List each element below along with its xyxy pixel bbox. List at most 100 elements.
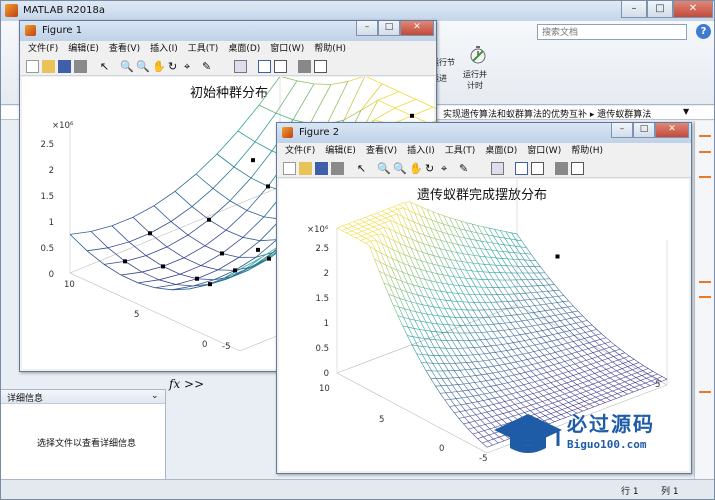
mesh-line: [538, 356, 544, 362]
z-tick-label: 2: [324, 269, 329, 279]
mesh-line: [473, 389, 479, 396]
details-header[interactable]: 详细信息 ⌄: [1, 390, 165, 404]
figure2-title-bar[interactable]: Figure 2 – □ ✕: [277, 123, 691, 143]
save-icon[interactable]: [58, 60, 71, 73]
show-tools-icon[interactable]: [571, 162, 584, 175]
zoom-out-icon[interactable]: 🔍: [393, 162, 407, 175]
legend-icon[interactable]: [531, 162, 544, 175]
mesh-line: [512, 349, 518, 356]
mesh-line: [486, 338, 492, 340]
link-plot-icon[interactable]: [234, 60, 247, 73]
mesh-line: [517, 306, 524, 308]
mesh-line: [296, 80, 315, 85]
pointer-icon[interactable]: ↖: [355, 162, 368, 175]
mesh-line: [558, 367, 564, 370]
brush-icon[interactable]: ✎: [459, 162, 472, 175]
mesh-line: [553, 362, 560, 365]
print-icon[interactable]: [331, 162, 344, 175]
pan-icon[interactable]: ✋: [152, 60, 166, 73]
mesh-line: [435, 238, 441, 249]
mesh-line: [498, 365, 505, 372]
mesh-line: [536, 367, 543, 370]
menu-edit[interactable]: 编辑(E): [325, 143, 356, 159]
command-prompt[interactable]: fx >>: [169, 377, 204, 391]
mesh-line: [413, 328, 419, 338]
maximize-icon[interactable]: □: [378, 21, 400, 36]
new-figure-icon[interactable]: [283, 162, 296, 175]
mesh-line: [393, 206, 399, 210]
zoom-in-icon[interactable]: 🔍: [120, 60, 134, 73]
help-icon[interactable]: ?: [696, 24, 711, 39]
menu-file[interactable]: 文件(F): [285, 143, 315, 159]
menu-window[interactable]: 窗口(W): [270, 41, 304, 57]
minimize-icon[interactable]: –: [611, 123, 633, 138]
menu-window[interactable]: 窗口(W): [527, 143, 561, 159]
mesh-line: [490, 257, 497, 259]
maximize-icon[interactable]: □: [633, 123, 655, 138]
save-icon[interactable]: [315, 162, 328, 175]
close-icon[interactable]: ✕: [655, 123, 689, 138]
mesh-line: [486, 372, 493, 375]
menu-view[interactable]: 查看(V): [366, 143, 397, 159]
mesh-line: [443, 266, 450, 268]
legend-icon[interactable]: [274, 60, 287, 73]
zoom-out-icon[interactable]: 🔍: [136, 60, 150, 73]
breadcrumb[interactable]: 实现遗传算法和蚁群算法的优势互补 ▸ 遗传蚁群算法: [443, 107, 651, 120]
mesh-line: [124, 261, 143, 273]
close-icon[interactable]: ✕: [673, 1, 713, 18]
run-and-time-icon[interactable]: [469, 45, 487, 65]
hide-tools-icon[interactable]: [555, 162, 568, 175]
rotate-icon[interactable]: ↻: [425, 162, 438, 175]
new-figure-icon[interactable]: [26, 60, 39, 73]
mesh-line: [558, 331, 564, 334]
rotate-icon[interactable]: ↻: [168, 60, 181, 73]
menu-desktop[interactable]: 桌面(D): [228, 41, 260, 57]
mesh-line: [516, 313, 523, 315]
mesh-line: [508, 251, 514, 260]
mesh-line: [482, 233, 488, 243]
run-and-time-label[interactable]: 运行并 计时: [463, 69, 487, 91]
mesh-line: [369, 219, 375, 223]
menu-edit[interactable]: 编辑(E): [68, 41, 99, 57]
brush-icon[interactable]: ✎: [202, 60, 215, 73]
pan-icon[interactable]: ✋: [409, 162, 423, 175]
figure1-title-bar[interactable]: Figure 1 – □ ✕: [20, 21, 436, 41]
menu-view[interactable]: 查看(V): [109, 41, 140, 57]
zoom-in-icon[interactable]: 🔍: [377, 162, 391, 175]
mesh-line: [474, 247, 480, 257]
mesh-line: [602, 387, 609, 391]
menu-help[interactable]: 帮助(H): [571, 143, 603, 159]
marker-line-icon: [699, 135, 711, 137]
data-cursor-icon[interactable]: ⌖: [184, 60, 197, 73]
print-icon[interactable]: [74, 60, 87, 73]
menu-tools[interactable]: 工具(T): [445, 143, 476, 159]
colorbar-icon[interactable]: [258, 60, 271, 73]
data-cursor-icon[interactable]: ⌖: [441, 162, 454, 175]
hide-tools-icon[interactable]: [298, 60, 311, 73]
open-file-icon[interactable]: [42, 60, 55, 73]
menu-desktop[interactable]: 桌面(D): [485, 143, 517, 159]
menu-tools[interactable]: 工具(T): [188, 41, 219, 57]
mesh-line: [465, 410, 471, 417]
maximize-icon[interactable]: □: [647, 1, 673, 18]
link-plot-icon[interactable]: [491, 162, 504, 175]
mesh-line: [495, 352, 501, 359]
pointer-icon[interactable]: ↖: [98, 60, 111, 73]
menu-insert[interactable]: 插入(I): [407, 143, 435, 159]
minimize-icon[interactable]: –: [356, 21, 378, 36]
show-tools-icon[interactable]: [314, 60, 327, 73]
menu-file[interactable]: 文件(F): [28, 41, 58, 57]
close-icon[interactable]: ✕: [400, 21, 434, 36]
mesh-line: [378, 229, 384, 235]
chevron-down-icon[interactable]: ⌄: [151, 391, 159, 401]
chevron-down-icon[interactable]: ▼: [683, 107, 689, 116]
menu-help[interactable]: 帮助(H): [314, 41, 346, 57]
z-tick-label: 0.5: [315, 344, 329, 354]
mesh-line: [590, 329, 597, 332]
search-input[interactable]: [537, 24, 687, 40]
menu-insert[interactable]: 插入(I): [150, 41, 178, 57]
open-file-icon[interactable]: [299, 162, 312, 175]
minimize-icon[interactable]: –: [621, 1, 647, 18]
mesh-line: [527, 359, 533, 365]
colorbar-icon[interactable]: [515, 162, 528, 175]
